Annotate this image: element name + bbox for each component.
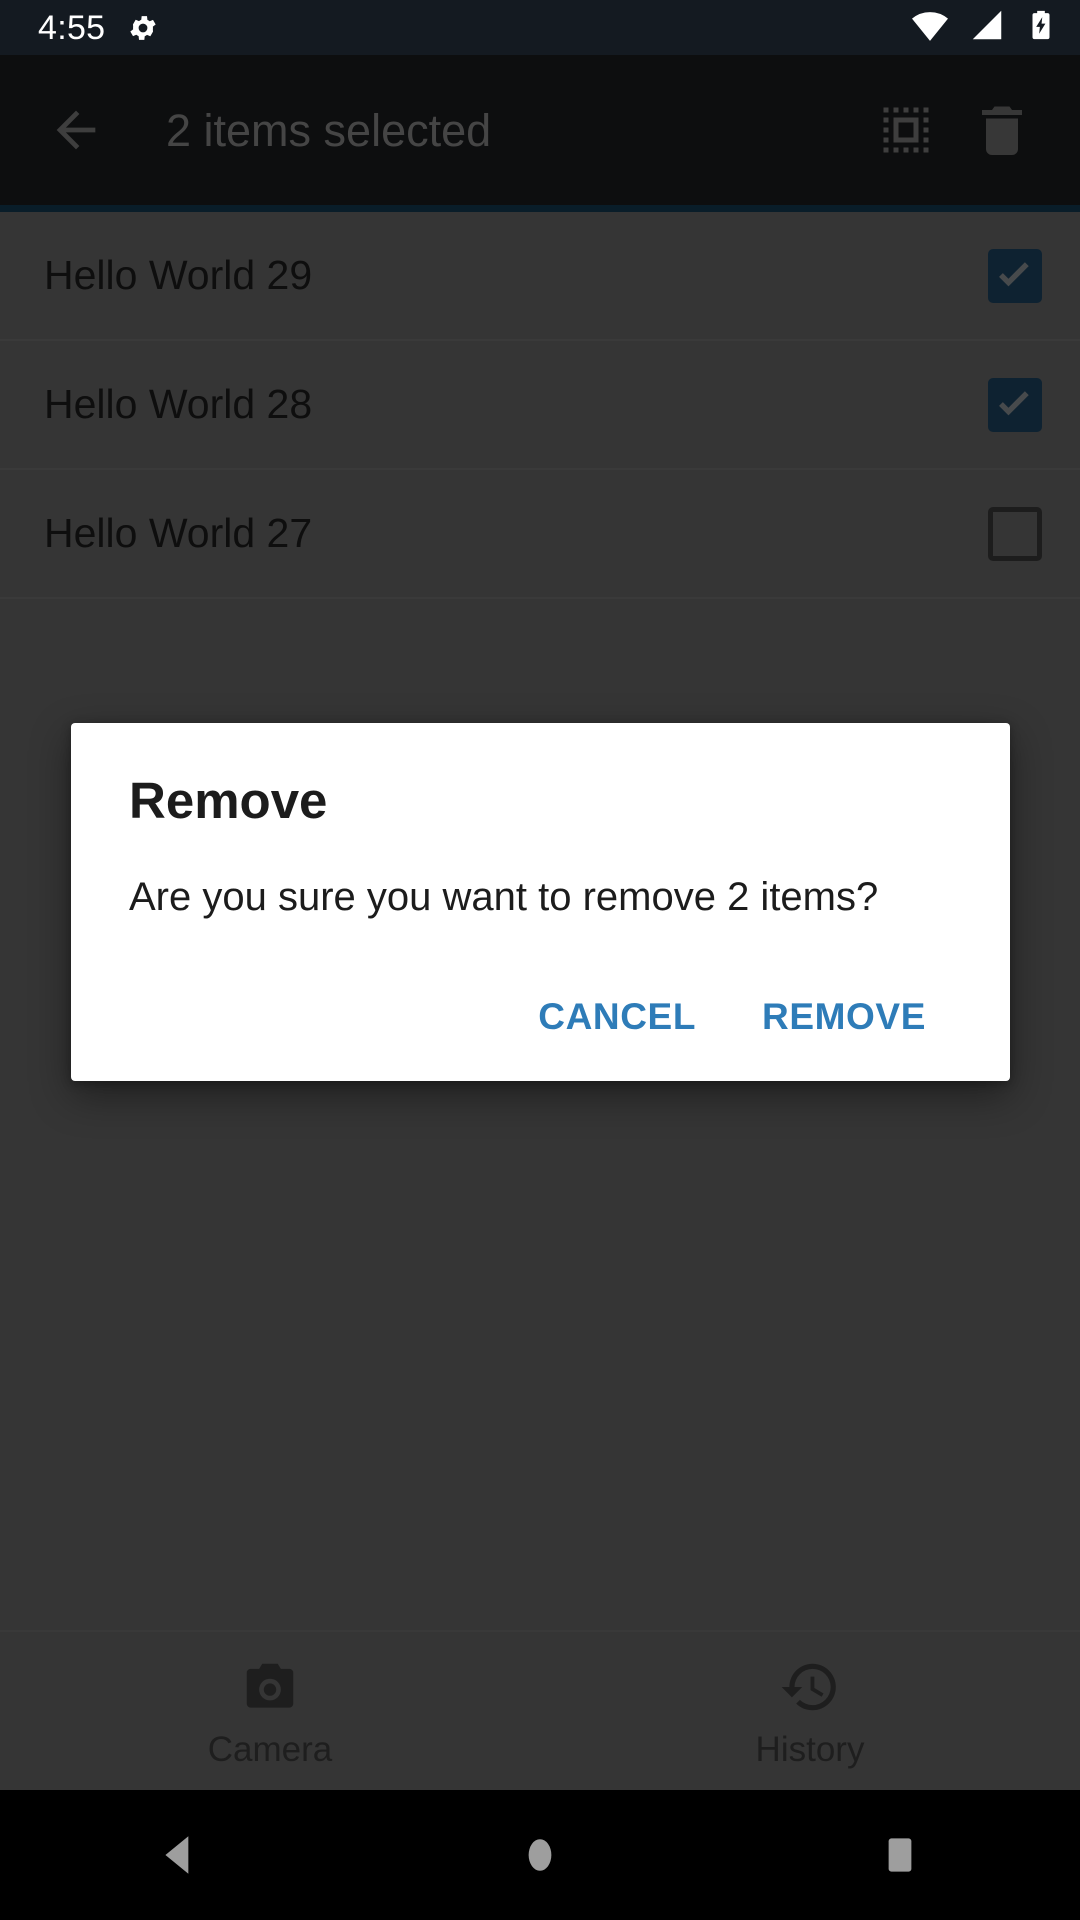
wifi-icon [910,5,950,50]
remove-button[interactable]: REMOVE [736,978,952,1055]
dialog-action-row: CANCEL REMOVE [129,922,952,1081]
nav-recents-button[interactable] [720,1834,1080,1876]
nav-home-circle-icon [528,1839,552,1871]
battery-charging-icon [1024,8,1058,47]
nav-back-triangle-icon [165,1836,189,1874]
system-navigation-bar [0,1790,1080,1920]
nav-home-button[interactable] [360,1833,720,1877]
cancel-button[interactable]: CANCEL [512,978,722,1055]
status-bar-icons [910,5,1058,50]
dialog-message: Are you sure you want to remove 2 items? [129,875,879,919]
status-bar: 4:55 [0,0,1080,55]
cellular-signal-icon [968,6,1006,49]
gear-icon [127,12,159,44]
nav-back-button[interactable] [0,1830,360,1880]
status-clock: 4:55 [38,8,106,47]
android-screen: Hello World 29 Hello World 28 Hello Worl… [0,0,1080,1920]
nav-recents-square-icon [888,1838,912,1872]
remove-confirmation-dialog: Remove Are you sure you want to remove 2… [71,723,1010,1081]
dialog-title: Remove [129,772,328,829]
